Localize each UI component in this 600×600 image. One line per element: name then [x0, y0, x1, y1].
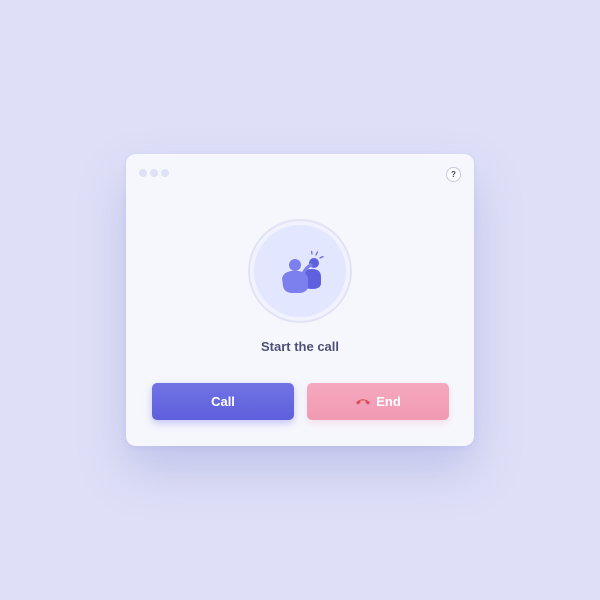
call-dialog: ? Start the call Call End [126, 154, 474, 446]
dialog-title: Start the call [260, 339, 340, 354]
window-dot[interactable] [150, 169, 158, 177]
call-button[interactable]: Call [152, 383, 294, 420]
window-controls [139, 169, 169, 177]
window-dot[interactable] [139, 169, 147, 177]
hangup-phone-icon [356, 399, 371, 405]
call-avatar [248, 219, 352, 323]
window-dot[interactable] [161, 169, 169, 177]
end-button[interactable]: End [307, 383, 449, 420]
call-button-label: Call [211, 394, 235, 409]
help-button[interactable]: ? [446, 167, 461, 182]
end-button-label: End [376, 394, 401, 409]
people-call-icon [282, 250, 324, 293]
avatar-circle [254, 225, 346, 317]
